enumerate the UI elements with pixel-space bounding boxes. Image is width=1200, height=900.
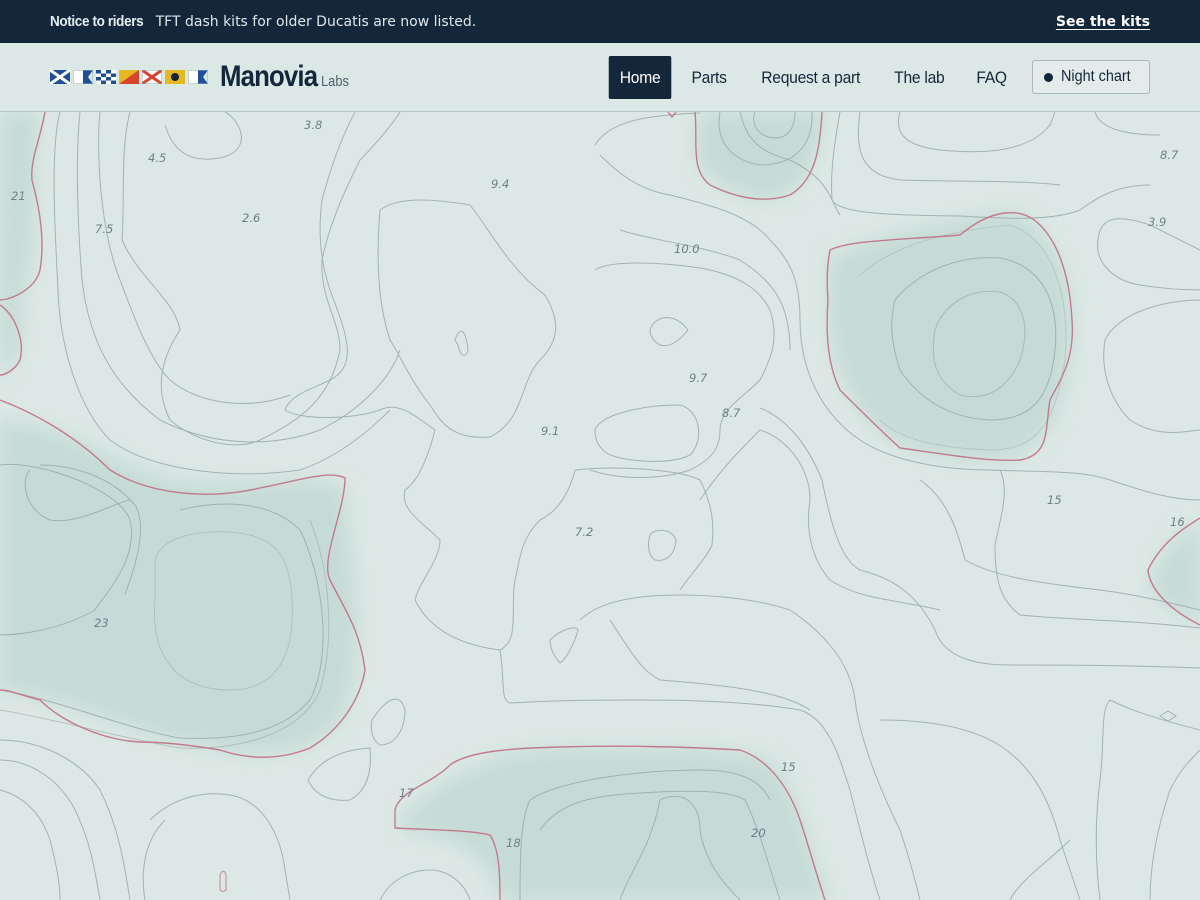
depth-label: 8.7	[722, 406, 741, 420]
depth-label: 21	[11, 189, 26, 203]
signal-flag-i-icon	[165, 70, 185, 84]
signal-flags-logo[interactable]	[50, 70, 208, 84]
depth-label: 17	[399, 786, 414, 800]
night-chart-toggle[interactable]: Night chart	[1031, 60, 1150, 94]
main-nav: Home Parts Request a part The lab FAQ Ni…	[604, 55, 1150, 99]
depth-label: 2.6	[242, 211, 260, 225]
depth-label: 7.2	[575, 525, 593, 539]
notice-bar: Notice to riders TFT dash kits for older…	[0, 0, 1200, 43]
signal-flag-a-icon	[73, 70, 93, 84]
depth-label: 9.4	[491, 177, 509, 191]
depth-label: 16	[1170, 515, 1185, 529]
notice-message: TFT dash kits for older Ducatis are now …	[155, 13, 477, 30]
depth-label: 20	[751, 826, 766, 840]
depth-label: 15	[1047, 493, 1062, 507]
brand-name: Manovia	[220, 60, 318, 93]
brand-sub: Labs	[321, 73, 349, 90]
nav-home[interactable]: Home	[608, 55, 672, 99]
nav-parts[interactable]: Parts	[681, 56, 738, 99]
signal-flag-n-icon	[96, 70, 116, 84]
depth-label: 18	[506, 836, 521, 850]
depth-label: 4.5	[148, 151, 166, 165]
depth-label: 3.9	[1148, 215, 1166, 229]
depth-label: 8.7	[1160, 148, 1179, 162]
nav-the-lab[interactable]: The lab	[883, 56, 955, 99]
notice-tag: Notice to riders	[50, 13, 144, 30]
depth-label: 7.5	[95, 222, 113, 236]
depth-label: 23	[94, 616, 109, 630]
depth-label: 3.8	[304, 118, 322, 132]
nav-faq[interactable]: FAQ	[965, 56, 1018, 99]
signal-flag-m-icon	[50, 70, 70, 84]
site-header: Manovia Labs Home Parts Request a part T…	[0, 43, 1200, 112]
dot-icon	[1043, 72, 1053, 82]
signal-flag-v-icon	[142, 70, 162, 84]
brand-logo[interactable]: Manovia Labs	[220, 60, 354, 94]
depth-label: 9.1	[541, 424, 559, 438]
depth-label: 9.7	[689, 371, 708, 385]
signal-flag-a-icon	[188, 70, 208, 84]
night-chart-label: Night chart	[1060, 68, 1131, 85]
signal-flag-o-icon	[119, 70, 139, 84]
nautical-chart-background: 3.8 4.5 21 2.6 7.5 9.4 10.0 8.7 3.9 9.7 …	[0, 112, 1200, 900]
see-kits-link[interactable]: See the kits	[1056, 14, 1150, 30]
nav-request-part[interactable]: Request a part	[750, 56, 871, 99]
depth-label: 10.0	[674, 242, 700, 256]
depth-label: 15	[781, 760, 796, 774]
